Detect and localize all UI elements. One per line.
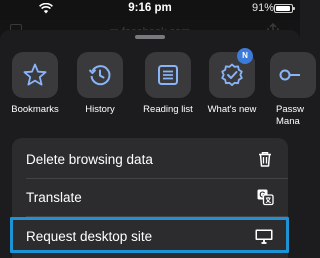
battery-icon — [274, 4, 295, 13]
highlight-box — [10, 217, 289, 253]
history-tile[interactable] — [77, 52, 123, 98]
shortcuts-row: Bookmarks History Reading list N What's … — [0, 48, 300, 147]
whats-new-icon — [221, 63, 243, 86]
bookmarks-tile[interactable] — [12, 52, 58, 98]
reading-list-tile[interactable] — [145, 52, 191, 98]
shortcut-bookmarks[interactable]: Bookmarks — [0, 51, 64, 147]
key-icon — [279, 69, 300, 81]
shortcut-label-password-manager: Passw Mana — [276, 104, 304, 127]
menu-item-translate[interactable]: Translate G — [12, 179, 288, 216]
shortcut-reading-list[interactable]: Reading list — [133, 51, 197, 147]
menu-item-label: Delete browsing data — [26, 152, 153, 167]
menu-item-label: Translate — [26, 190, 82, 205]
battery-percentage: 91% — [252, 2, 275, 14]
status-bar: 9:16 pm 91% — [0, 0, 300, 20]
shortcut-whats-new[interactable]: N What's new — [197, 48, 261, 147]
new-badge: N — [237, 48, 253, 64]
shortcut-history[interactable]: History — [65, 51, 129, 147]
reading-list-icon — [158, 65, 178, 85]
password-manager-tile[interactable] — [270, 52, 316, 98]
trash-icon — [259, 152, 271, 167]
history-icon — [88, 65, 111, 86]
menu-item-delete-browsing-data[interactable]: Delete browsing data — [12, 141, 288, 178]
star-icon — [23, 63, 47, 86]
translate-icon: G — [257, 189, 274, 206]
shortcut-label: What's new — [207, 104, 257, 115]
sheet-grabber[interactable] — [135, 35, 165, 39]
